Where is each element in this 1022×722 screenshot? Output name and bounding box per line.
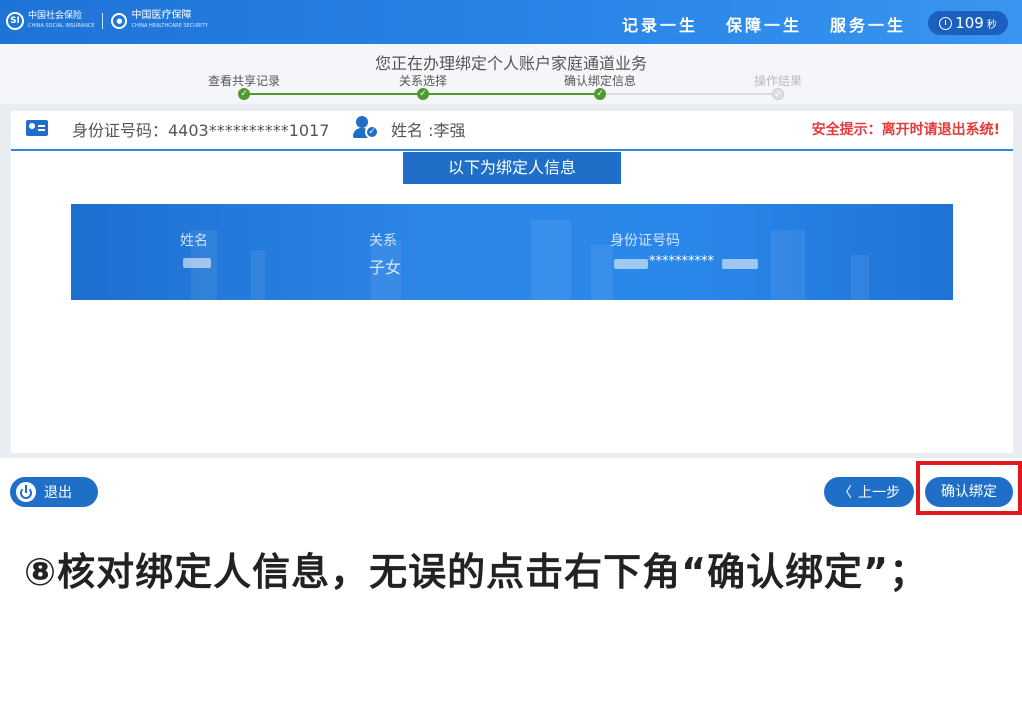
social-insurance-logo-cn: 中国社会保险 [28,11,83,21]
exit-label: 退出 [44,485,72,501]
binding-name-label: 姓名 [180,233,208,249]
binding-id-value: ********** [649,254,714,269]
binding-relation-value: 子女 [369,258,402,277]
slogan-service: 服务一生 [830,16,907,35]
previous-step-label: 上一步 [858,485,900,501]
binding-name-masked [183,258,211,268]
previous-step-button[interactable]: 〈 上一步 [824,477,914,507]
countdown-timer: 109 秒 [928,11,1008,35]
id-number: 身份证号码：4403**********1017 [72,121,330,140]
section-title: 以下为绑定人信息 [403,152,621,184]
top-bar: SI 中国社会保险 CHINA SOCIAL INSURANCE ● 中国医疗保… [0,0,1022,44]
security-warning: 安全提示：离开时请退出系统! [811,122,1000,138]
binding-id-label: 身份证号码 [610,233,680,249]
step-view-records: 查看共享记录 [207,74,281,88]
user-name: 姓名 :李强 [391,121,466,140]
binding-id-masked-prefix [614,259,648,269]
timer-unit: 秒 [986,19,997,31]
step-pending-icon: ✓ [772,88,784,100]
binding-person-card [71,204,953,300]
step-done-check-icon: ✓ [238,88,250,100]
binding-relation-label: 关系 [369,233,397,249]
healthcare-logo-text: 中国医疗保障 CHINA HEALTHCARE SECURITY [131,11,207,31]
healthcare-logo-en: CHINA HEALTHCARE SECURITY [131,23,208,29]
step-confirm-binding: 确认绑定信息 [563,74,637,88]
clock-icon [939,16,953,30]
progress-line-pending [600,93,778,95]
logo-divider [102,13,104,29]
slogan-record: 记录一生 [622,16,699,35]
healthcare-logo-icon: ● [111,13,128,29]
user-verified-icon: ✓ [353,116,379,140]
confirm-binding-button[interactable]: 确认绑定 [925,477,1013,507]
step-done-check-icon: ✓ [594,88,606,100]
healthcare-logo-cn: 中国医疗保障 [131,10,192,21]
logo-group: SI 中国社会保险 CHINA SOCIAL INSURANCE ● 中国医疗保… [6,10,208,32]
id-card-icon [26,120,48,136]
timer-value: 109 [955,14,984,32]
instruction-caption: ⑧核对绑定人信息，无误的点击右下角“确认绑定”； [24,550,929,594]
power-icon [16,482,36,502]
binding-id-masked-suffix [722,259,758,269]
social-insurance-logo-en: CHINA SOCIAL INSURANCE [28,23,95,29]
step-relation-select: 关系选择 [398,74,448,88]
social-insurance-logo-text: 中国社会保险 CHINA SOCIAL INSURANCE [28,11,94,31]
step-result: 操作结果 [753,74,803,88]
slogan-protect: 保障一生 [726,16,803,35]
chevron-left-icon: 〈 [838,485,852,501]
exit-button[interactable]: 退出 [10,477,98,507]
step-done-check-icon: ✓ [417,88,429,100]
business-title: 您正在办理绑定个人账户家庭通道业务 [374,54,647,73]
social-insurance-logo-icon: SI [6,12,24,30]
